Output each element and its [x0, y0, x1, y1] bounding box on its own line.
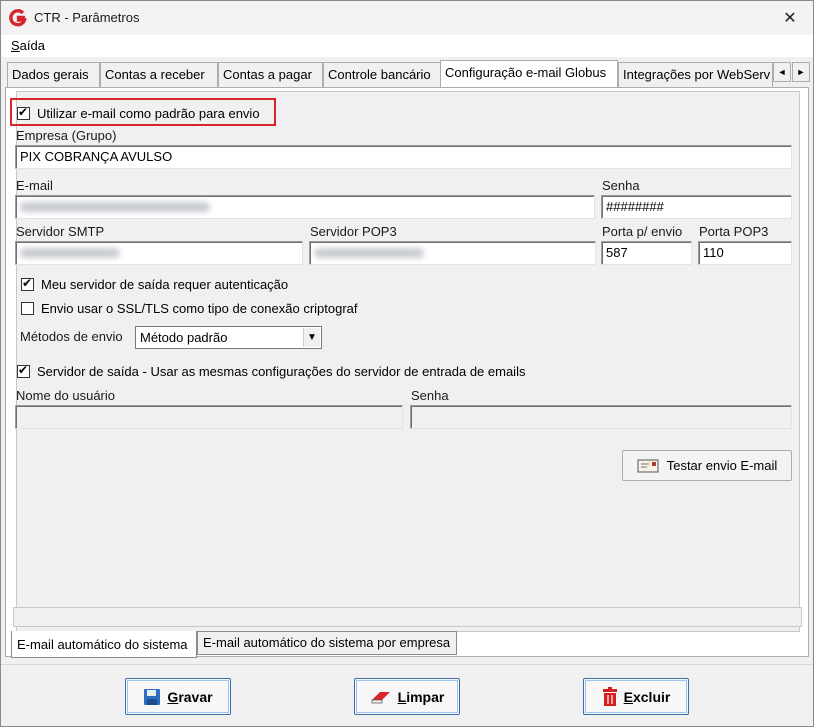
empresa-input[interactable]: PIX COBRANÇA AVULSO	[15, 145, 792, 169]
auth-required-label: Meu servidor de saída requer autenticaçã…	[41, 277, 289, 292]
email-label: E-mail	[16, 178, 53, 193]
excluir-label: Excluir	[623, 688, 671, 705]
porta-envio-label: Porta p/ envio	[602, 224, 683, 239]
ssl-tls-checkbox[interactable]: Envio usar o SSL/TLS como tipo de conexã…	[21, 301, 358, 316]
tab-integracoes[interactable]: Integrações por WebServ	[618, 62, 773, 87]
senha2-label: Senha	[411, 388, 449, 403]
tab-controle-bancario[interactable]: Controle bancário	[323, 62, 442, 87]
chevron-down-icon[interactable]: ▼	[303, 328, 320, 347]
tab-email-sistema-empresa[interactable]: E-mail automático do sistema por empresa	[197, 631, 457, 655]
same-config-label: Servidor de saída - Usar as mesmas confi…	[37, 364, 526, 379]
redacted-value	[314, 248, 424, 258]
excluir-button[interactable]: Excluir	[583, 678, 689, 715]
gravar-button[interactable]: Gravar	[125, 678, 231, 715]
checkbox-box[interactable]	[21, 302, 34, 315]
limpar-label: Limpar	[397, 688, 445, 705]
porta-pop3-label: Porta POP3	[699, 224, 769, 239]
envelope-icon	[637, 459, 659, 472]
tab-contas-receber[interactable]: Contas a receber	[100, 62, 218, 87]
tab-configuracao-email[interactable]: Configuração e-mail Globus	[440, 60, 618, 87]
pop3-label: Servidor POP3	[310, 224, 397, 239]
porta-pop3-input[interactable]: 110	[698, 241, 792, 265]
porta-envio-input[interactable]: 587	[601, 241, 692, 265]
metodos-value: Método padrão	[140, 330, 228, 345]
checkbox-box[interactable]: ✔	[17, 363, 30, 378]
use-email-default-checkbox[interactable]: ✔ Utilizar e-mail como padrão para envio	[17, 105, 260, 121]
eraser-icon	[371, 691, 390, 703]
senha-input[interactable]: ########	[601, 195, 792, 219]
footer-divider	[1, 664, 813, 665]
menu-saida[interactable]: Saída	[11, 38, 45, 53]
window-title: CTR - Parâmetros	[34, 10, 140, 25]
limpar-button[interactable]: Limpar	[354, 678, 460, 715]
check-icon: ✔	[22, 276, 33, 290]
usuario-label: Nome do usuário	[16, 388, 115, 403]
redacted-value	[20, 202, 210, 212]
inner-panel	[16, 91, 800, 632]
trash-icon	[602, 686, 617, 706]
menu-bar: Saída	[1, 35, 813, 57]
redacted-value	[20, 248, 120, 258]
empresa-label: Empresa (Grupo)	[16, 128, 117, 143]
usuario-input[interactable]	[15, 405, 403, 429]
metodos-select[interactable]: Método padrão ▼	[135, 326, 322, 349]
tab-scroll-right-icon[interactable]: ►	[792, 62, 810, 82]
test-email-label: Testar envio E-mail	[666, 458, 778, 473]
title-bar: CTR - Parâmetros ✕	[1, 1, 813, 35]
close-icon: ✕	[783, 10, 797, 27]
check-icon: ✔	[18, 363, 29, 377]
same-config-checkbox[interactable]: ✔ Servidor de saída - Usar as mesmas con…	[17, 363, 526, 379]
horizontal-scrollbar[interactable]	[13, 607, 802, 627]
senha2-input[interactable]	[410, 405, 792, 429]
app-logo-icon	[9, 9, 27, 27]
tab-strip: Dados gerais Contas a receber Contas a p…	[4, 60, 814, 87]
gravar-label: Gravar	[167, 688, 213, 705]
email-input[interactable]	[15, 195, 595, 219]
smtp-label: Servidor SMTP	[16, 224, 105, 239]
tab-dados-gerais[interactable]: Dados gerais	[7, 62, 100, 87]
pop3-input[interactable]	[309, 241, 596, 265]
check-icon: ✔	[18, 105, 29, 119]
auth-required-checkbox[interactable]: ✔ Meu servidor de saída requer autentica…	[21, 276, 289, 292]
senha-label: Senha	[602, 178, 640, 193]
window: CTR - Parâmetros ✕ Saída Dados gerais Co…	[0, 0, 814, 727]
tab-email-sistema[interactable]: E-mail automático do sistema	[11, 631, 197, 658]
floppy-disk-icon	[144, 688, 161, 705]
metodos-label: Métodos de envio	[20, 329, 123, 344]
use-email-default-label: Utilizar e-mail como padrão para envio	[37, 106, 260, 121]
checkbox-box[interactable]: ✔	[21, 276, 34, 291]
smtp-input[interactable]	[15, 241, 303, 265]
tab-contas-pagar[interactable]: Contas a pagar	[218, 62, 323, 87]
close-button[interactable]: ✕	[767, 1, 813, 35]
checkbox-box[interactable]: ✔	[17, 105, 30, 120]
test-email-button[interactable]: Testar envio E-mail	[622, 450, 792, 481]
tab-scroll-left-icon[interactable]: ◄	[773, 62, 791, 82]
ssl-tls-label: Envio usar o SSL/TLS como tipo de conexã…	[41, 301, 358, 316]
